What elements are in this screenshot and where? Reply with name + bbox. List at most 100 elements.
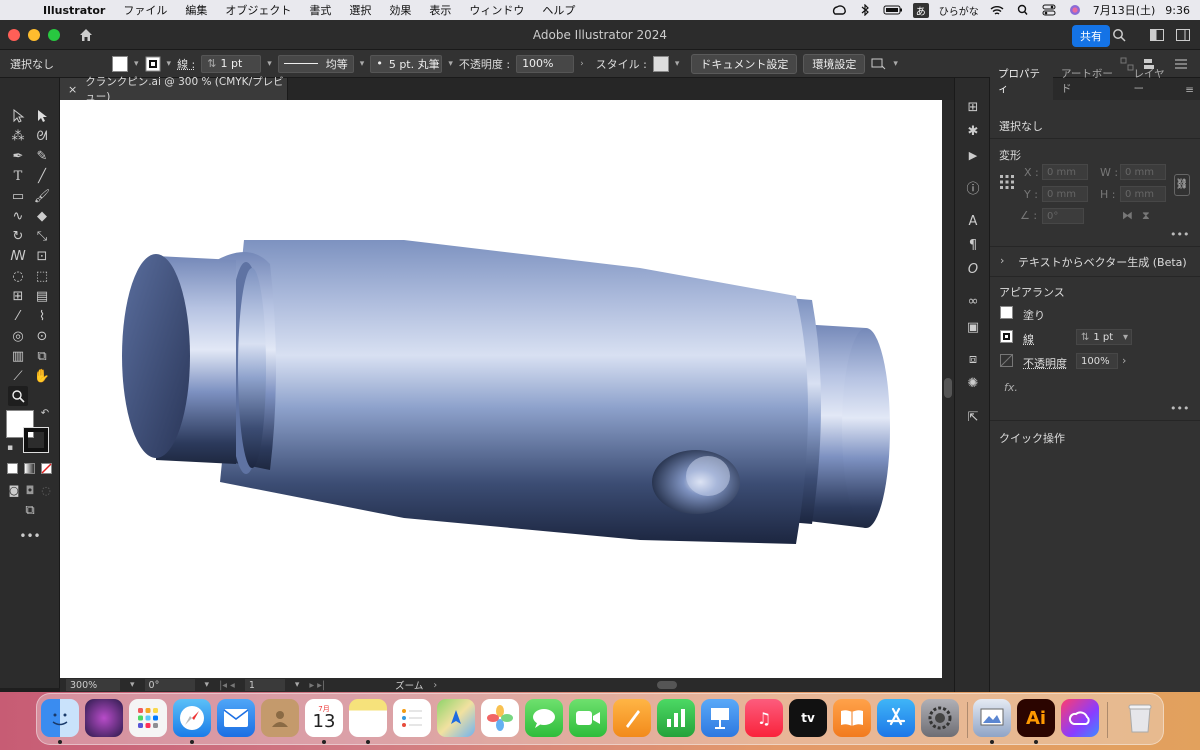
- stroke-weight-field[interactable]: ⇅ 1 pt ▾: [1076, 329, 1132, 345]
- more-options-icon[interactable]: •••: [1170, 228, 1189, 241]
- chevron-down-icon[interactable]: ▾: [360, 59, 365, 69]
- arrange-panels-icon[interactable]: [1176, 29, 1190, 41]
- document-tab[interactable]: × クランクピン.ai @ 300 % (CMYK/プレビュー): [60, 76, 288, 103]
- paragraph-panel-icon[interactable]: ¶: [964, 236, 982, 254]
- default-colors-icon[interactable]: ▪: [4, 442, 16, 454]
- live-paint-tool-icon[interactable]: ⬚: [32, 266, 52, 286]
- chevron-down-icon[interactable]: ▾: [893, 59, 898, 69]
- photos-icon[interactable]: [481, 699, 519, 737]
- first-artboard-icon[interactable]: |◂ ◂: [219, 680, 235, 691]
- image-trace-panel-icon[interactable]: ▣: [964, 318, 982, 336]
- artboard-tool-icon[interactable]: ⧉: [32, 346, 52, 366]
- links-panel-icon[interactable]: ∞: [964, 292, 982, 310]
- flip-vertical-icon[interactable]: ⧗: [1142, 209, 1150, 223]
- x-position-field[interactable]: 0 mm: [1042, 164, 1088, 180]
- vertical-scrollbar[interactable]: [942, 100, 954, 678]
- measure-tool-icon[interactable]: ⌇: [32, 306, 52, 326]
- effects-button[interactable]: fx.: [1004, 381, 1018, 394]
- fill-swatch[interactable]: [112, 55, 128, 72]
- books-icon[interactable]: [833, 699, 871, 737]
- home-icon[interactable]: [78, 27, 94, 43]
- opacity-field[interactable]: 100%: [1076, 353, 1118, 369]
- mesh-tool-icon[interactable]: ⊞: [8, 286, 28, 306]
- menu-app-name[interactable]: Illustrator: [34, 4, 114, 17]
- scale-tool-icon[interactable]: ⤡: [32, 226, 52, 246]
- draw-inside-icon[interactable]: ◌: [36, 480, 56, 500]
- zoom-tool-icon[interactable]: [8, 386, 28, 406]
- system-settings-icon[interactable]: [921, 699, 959, 737]
- launchpad-icon[interactable]: [129, 699, 167, 737]
- chevron-down-icon[interactable]: ▾: [130, 680, 135, 690]
- actions-panel-icon[interactable]: ▶: [964, 146, 982, 164]
- search-icon[interactable]: [1015, 4, 1031, 16]
- menu-select[interactable]: 選択: [340, 2, 380, 18]
- menu-file[interactable]: ファイル: [114, 2, 176, 18]
- battery-icon[interactable]: [883, 4, 903, 16]
- eraser-tool-icon[interactable]: ◆: [32, 206, 52, 226]
- keynote-icon[interactable]: [701, 699, 739, 737]
- rotate-tool-icon[interactable]: ↻: [8, 226, 28, 246]
- lasso-tool-icon[interactable]: ᘛ: [32, 126, 52, 146]
- illustrator-icon[interactable]: Ai: [1017, 699, 1055, 737]
- chevron-down-icon[interactable]: ▾: [675, 59, 680, 69]
- magic-wand-tool-icon[interactable]: ⁂: [8, 126, 28, 146]
- stroke-profile-select[interactable]: 均等: [277, 54, 354, 73]
- horizontal-scroll-thumb[interactable]: [657, 681, 678, 689]
- chevron-down-icon[interactable]: ▾: [167, 59, 172, 69]
- artboards-panel-icon[interactable]: ⊞: [964, 98, 982, 116]
- music-icon[interactable]: ♫: [745, 699, 783, 737]
- text-to-vector-section[interactable]: テキストからベクター生成 (Beta): [1018, 254, 1187, 270]
- menu-help[interactable]: ヘルプ: [533, 2, 584, 18]
- facetime-icon[interactable]: [569, 699, 607, 737]
- type-tool-icon[interactable]: T: [8, 166, 28, 186]
- shaper-tool-icon[interactable]: ∿: [8, 206, 28, 226]
- numbers-icon[interactable]: [657, 699, 695, 737]
- color-guide-panel-icon[interactable]: ✺: [964, 374, 982, 392]
- fill-swatch[interactable]: [1000, 306, 1013, 319]
- brush-select[interactable]: • 5 pt. 丸筆: [370, 54, 443, 73]
- asset-export-panel-icon[interactable]: ⧈: [964, 350, 982, 368]
- reminders-icon[interactable]: [393, 699, 431, 737]
- blend-tool-icon[interactable]: ◎: [8, 326, 28, 346]
- none-mode-icon[interactable]: [41, 463, 52, 474]
- libraries-panel-icon[interactable]: ✱: [964, 122, 982, 140]
- graphic-style-swatch[interactable]: [652, 55, 669, 72]
- menu-view[interactable]: 表示: [420, 2, 460, 18]
- flip-horizontal-icon[interactable]: ⧓: [1122, 209, 1133, 222]
- zoom-window-button[interactable]: [48, 28, 60, 41]
- arrange-documents-icon[interactable]: [871, 57, 887, 71]
- screen-mode-icon[interactable]: ⧉: [20, 500, 40, 520]
- eyedropper-tool-icon[interactable]: ⁄: [8, 306, 28, 326]
- messages-icon[interactable]: [525, 699, 563, 737]
- ime-indicator[interactable]: あ: [912, 2, 929, 18]
- reference-point-icon[interactable]: [999, 174, 1015, 190]
- chevron-down-icon[interactable]: ▾: [205, 680, 210, 690]
- creative-cloud-icon[interactable]: [831, 4, 847, 16]
- chevron-right-icon[interactable]: ›: [1122, 354, 1126, 367]
- maps-icon[interactable]: [437, 699, 475, 737]
- slice-tool-icon[interactable]: ⟋: [8, 366, 28, 386]
- y-position-field[interactable]: 0 mm: [1042, 186, 1088, 202]
- more-options-icon[interactable]: •••: [1170, 402, 1189, 415]
- rotation-field[interactable]: 0°: [144, 679, 195, 691]
- paintbrush-tool-icon[interactable]: 🖌: [32, 186, 52, 206]
- crank-pin-artwork[interactable]: [60, 100, 942, 678]
- wifi-icon[interactable]: [989, 4, 1005, 16]
- search-icon[interactable]: [1112, 28, 1126, 42]
- rotation-angle-field[interactable]: 0°: [1042, 208, 1084, 224]
- width-field[interactable]: 0 mm: [1120, 164, 1166, 180]
- chevron-down-icon[interactable]: ▾: [267, 59, 272, 69]
- direct-selection-tool-icon[interactable]: [32, 106, 52, 126]
- shape-builder-tool-icon[interactable]: ◌: [8, 266, 28, 286]
- bluetooth-icon[interactable]: [857, 4, 873, 16]
- swap-colors-icon[interactable]: ↶: [38, 406, 52, 420]
- ime-label[interactable]: ひらがな: [939, 3, 979, 18]
- document-setup-button[interactable]: ドキュメント設定: [691, 53, 798, 74]
- height-field[interactable]: 0 mm: [1120, 186, 1166, 202]
- constrain-proportions-icon[interactable]: ⛓: [1174, 174, 1190, 196]
- zoom-level-field[interactable]: 300%: [66, 679, 120, 691]
- preview-icon[interactable]: [973, 699, 1011, 737]
- control-center-icon[interactable]: [1041, 4, 1057, 16]
- chevron-down-icon[interactable]: ▾: [295, 680, 300, 690]
- mail-icon[interactable]: [217, 699, 255, 737]
